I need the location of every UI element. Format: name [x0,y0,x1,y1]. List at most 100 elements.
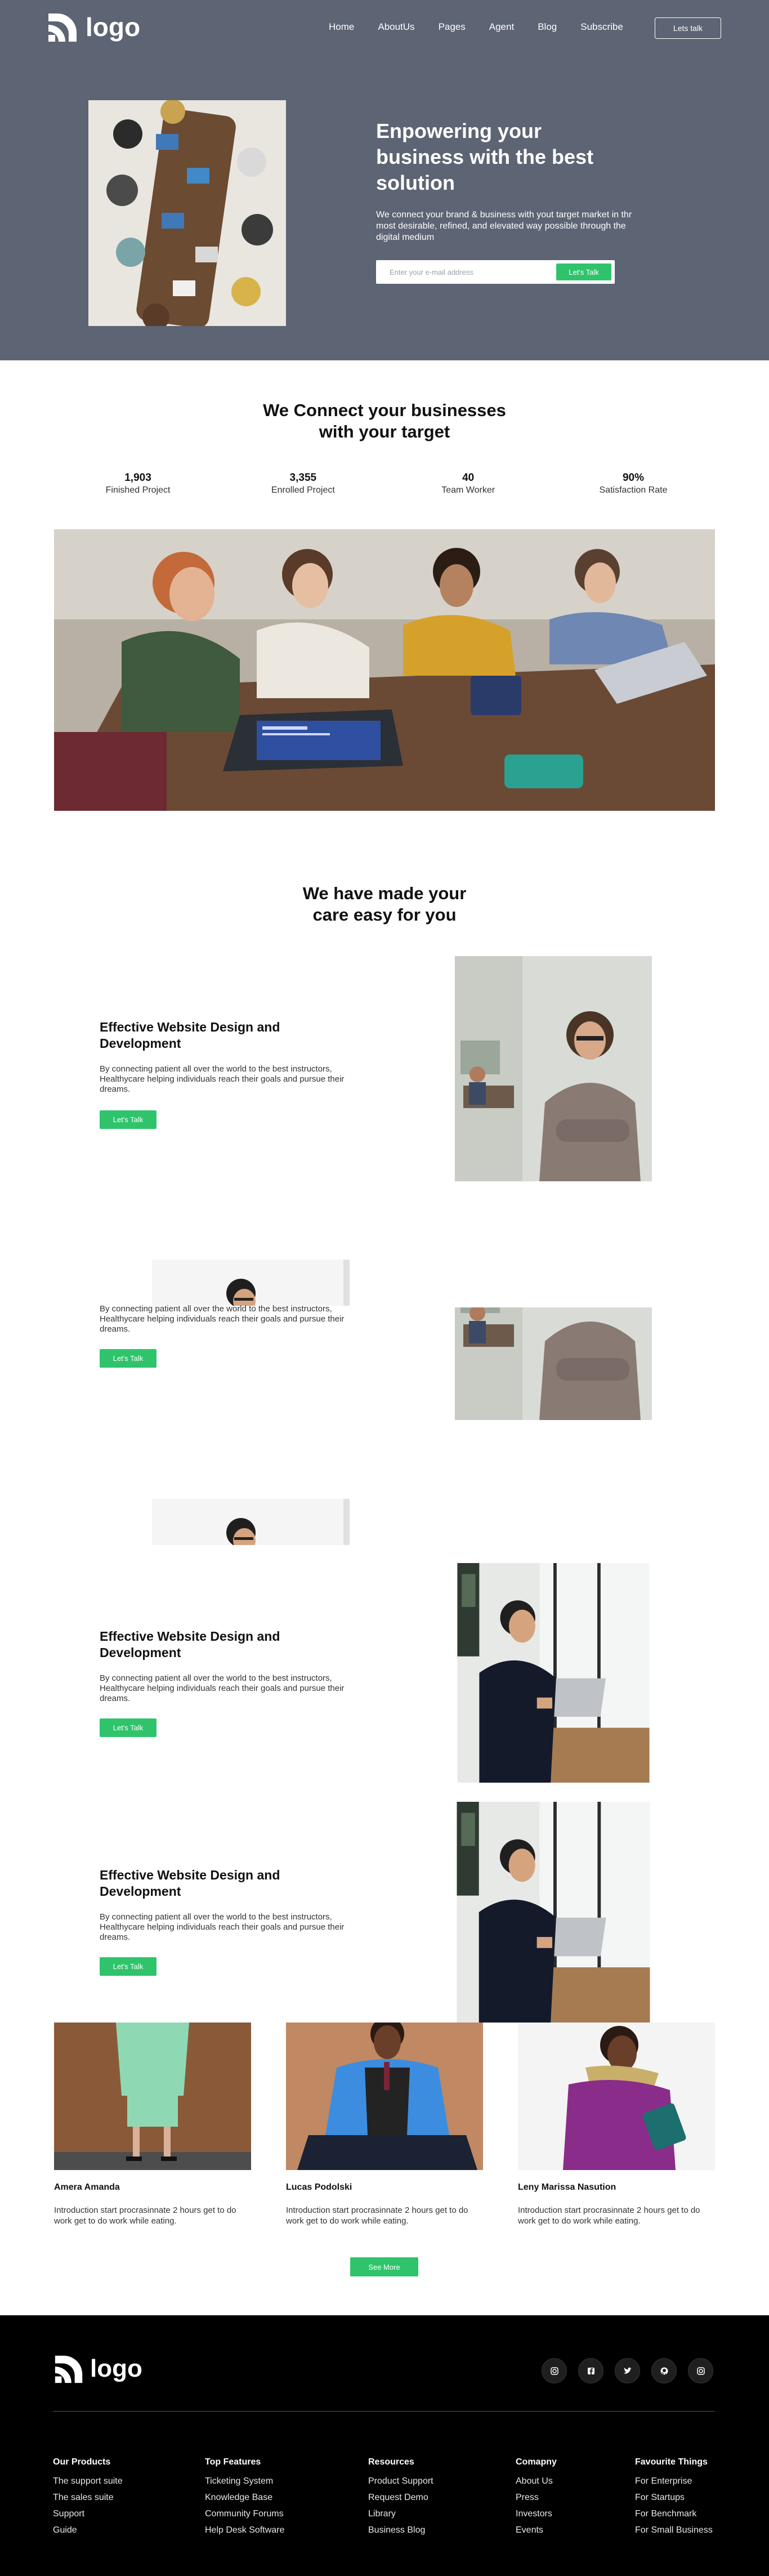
footer-column-company: Comapny About Us Press Investors Events [516,2457,557,2538]
footer-link[interactable]: Investors [516,2506,557,2522]
footer-link[interactable]: For Startups [635,2489,713,2506]
stat-label: Satisfaction Rate [599,485,668,495]
nav-link-agent[interactable]: Agent [489,21,514,33]
footer-link[interactable]: Guide [53,2522,123,2538]
lets-talk-nav-button[interactable]: Lets talk [655,17,721,39]
footer-link[interactable]: Press [516,2489,557,2506]
feature-image-fragment [152,1260,350,1306]
care-title-line2: care easy for you [312,905,457,925]
email-signup-form: Let's Talk [376,260,615,284]
care-title: We have made your care easy for you [0,883,769,926]
email-input[interactable] [381,264,549,280]
hero-section: logo Home AboutUs Pages Agent Blog Subsc… [0,0,769,360]
footer-link[interactable]: For Small Business [635,2522,713,2538]
nav-link-pages[interactable]: Pages [439,21,466,33]
footer-link[interactable]: The sales suite [53,2489,123,2506]
stat-label: Enrolled Project [271,485,335,495]
team-member-name: Leny Marissa Nasution [518,2182,616,2192]
footer-column-resources: Resources Product Support Request Demo L… [368,2457,433,2538]
nav-link-home[interactable]: Home [329,21,354,33]
see-more-button[interactable]: See More [350,2257,418,2276]
footer-link[interactable]: Events [516,2522,557,2538]
footer-link[interactable]: Knowledge Base [205,2489,284,2506]
footer-column-title: Favourite Things [635,2457,708,2467]
feature-heading: Effective Website Design and Development [100,1629,280,1660]
footer-logo-text: logo [90,2355,142,2382]
feature-lets-talk-button[interactable]: Let's Talk [100,1349,157,1368]
footer-column-products: Our Products The support suite The sales… [53,2457,123,2538]
hero-meeting-image [88,100,286,326]
footer-link[interactable]: Product Support [368,2473,433,2489]
nav-link-blog[interactable]: Blog [538,21,557,33]
nav-links: Home AboutUs Pages Agent Blog Subscribe [329,21,623,33]
footer-link[interactable]: Ticketing System [205,2473,284,2489]
footer-divider [53,2411,715,2412]
hero-subtitle: We connect your brand & business with yo… [376,210,632,242]
team-member-photo [286,2023,483,2170]
logo-text: logo [86,12,141,42]
stat-label: Team Worker [441,485,495,495]
stat-enrolled-project: 3,355 Enrolled Project [247,472,359,497]
connect-title-line2: with your target [319,422,450,441]
footer-link[interactable]: Business Blog [368,2522,433,2538]
connect-title-line1: We Connect your businesses [263,400,506,420]
feature-text: By connecting patient all over the world… [100,1673,345,1703]
feature-image-man-laptop [455,1802,652,2023]
feature-text: By connecting patient all over the world… [100,1912,345,1942]
footer-link[interactable]: Library [368,2506,433,2522]
footer-link[interactable]: For Benchmark [635,2506,713,2522]
stat-finished-project: 1,903 Finished Project [82,472,194,497]
footer-link[interactable]: The support suite [53,2473,123,2489]
team-member-photo [54,2023,251,2170]
stat-value: 40 [462,472,475,484]
footer-column-features: Top Features Ticketing System Knowledge … [205,2457,284,2538]
social-links [542,2358,713,2383]
instagram-icon[interactable] [542,2358,567,2383]
nav-link-subscribe[interactable]: Subscribe [580,21,623,33]
feature-lets-talk-button[interactable]: Let's Talk [100,1718,157,1737]
team-member-description: Introduction start procrasinnate 2 hours… [286,2206,468,2226]
top-navbar: logo Home AboutUs Pages Agent Blog Subsc… [0,9,769,48]
feature-heading: Effective Website Design and Development [100,1020,280,1051]
team-collaboration-image [54,529,715,811]
stats-row: 1,903 Finished Project 3,355 Enrolled Pr… [82,472,690,497]
feature-image-woman [455,956,652,1181]
hero-title: Enpowering your business with the best s… [376,119,594,194]
feature-heading: Effective Website Design and Development [100,1868,280,1899]
team-member-name: Amera Amanda [54,2182,120,2192]
footer-link[interactable]: Support [53,2506,123,2522]
footer-logo[interactable]: logo [53,2352,142,2385]
footer-link[interactable]: Community Forums [205,2506,284,2522]
feature-lets-talk-button[interactable]: Let's Talk [100,1110,157,1129]
hero-lets-talk-button[interactable]: Let's Talk [556,264,611,280]
stat-team-worker: 40 Team Worker [412,472,525,497]
twitter-icon[interactable] [615,2358,640,2383]
footer-link[interactable]: Help Desk Software [205,2522,284,2538]
logo-icon [48,14,77,42]
team-member-photo [518,2023,715,2170]
instagram-icon[interactable] [688,2358,713,2383]
footer-link[interactable]: About Us [516,2473,557,2489]
footer-column-title: Top Features [205,2457,261,2467]
site-logo[interactable]: logo [46,10,140,44]
feature-text: By connecting patient all over the world… [100,1064,345,1094]
site-footer: logo Our Products The support suite The … [0,2315,769,2576]
footer-column-title: Resources [368,2457,414,2467]
stat-value: 3,355 [289,472,317,484]
footer-link[interactable]: For Enterprise [635,2473,713,2489]
feature-image-woman-cropped [455,1307,652,1420]
stat-value: 90% [622,472,644,484]
feature-image-man-laptop [455,1563,652,1783]
feature-image-fragment [152,1499,350,1545]
github-icon[interactable] [651,2358,677,2383]
facebook-icon[interactable] [578,2358,603,2383]
connect-title: We Connect your businesses with your tar… [0,400,769,443]
nav-link-aboutus[interactable]: AboutUs [378,21,414,33]
stat-value: 1,903 [124,472,151,484]
footer-link[interactable]: Request Demo [368,2489,433,2506]
feature-text: By connecting patient all over the world… [100,1304,345,1334]
logo-icon [55,2355,83,2383]
feature-lets-talk-button[interactable]: Let's Talk [100,1957,157,1976]
stat-satisfaction-rate: 90% Satisfaction Rate [577,472,690,497]
team-member-description: Introduction start procrasinnate 2 hours… [518,2206,700,2226]
